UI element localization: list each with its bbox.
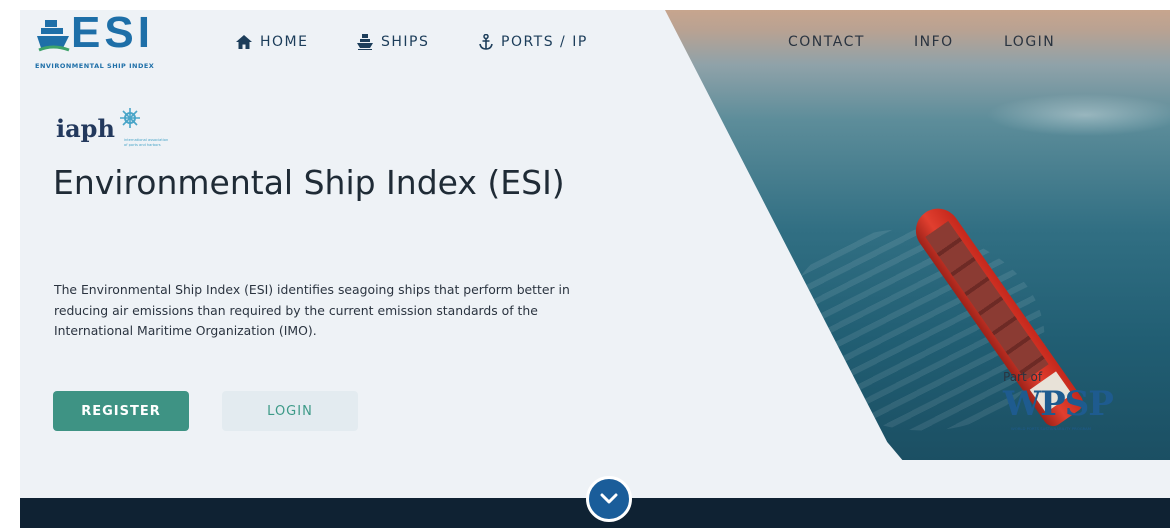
wpsp-tagline: WORLD PORTS SUSTAINABILITY PROGRAM (1011, 426, 1092, 431)
nav-home-label: HOME (260, 34, 309, 50)
wpsp-wordmark: WPSP (1003, 384, 1114, 424)
nav-info[interactable]: INFO (914, 34, 954, 50)
logo-wordmark: ESI (71, 8, 154, 57)
ship-logo-icon (37, 20, 70, 52)
iaph-logo: iaph international association of ports … (56, 108, 186, 158)
nav-ships-label: SHIPS (381, 34, 430, 50)
iaph-tagline: international association of ports and h… (124, 138, 169, 147)
anchor-icon (479, 34, 493, 50)
esi-logo[interactable]: ESI ENVIRONMENTAL SHIP INDEX (35, 8, 185, 76)
nav-ports-label: PORTS / IP (501, 34, 588, 50)
hero-section (20, 10, 1170, 498)
register-button[interactable]: REGISTER (53, 391, 189, 431)
nav-home[interactable]: HOME (236, 34, 308, 50)
chevron-down-icon (600, 490, 618, 509)
wpsp-logo: Part of WPSP WORLD PORTS SUSTAINABILITY … (1003, 368, 1143, 438)
logo-tagline: ENVIRONMENTAL SHIP INDEX (35, 62, 155, 70)
ship-icon (357, 34, 373, 50)
hero-description: The Environmental Ship Index (ESI) ident… (54, 282, 570, 338)
page-title: Environmental Ship Index (ESI) (53, 163, 565, 202)
home-icon (236, 35, 252, 49)
nav-ports[interactable]: PORTS / IP (479, 34, 588, 50)
nav-ships[interactable]: SHIPS (357, 34, 429, 50)
iaph-wordmark: iaph (56, 114, 115, 143)
ship-wheel-icon (120, 108, 140, 128)
part-of-label: Part of (1003, 370, 1043, 384)
nav-contact[interactable]: CONTACT (788, 34, 865, 50)
nav-login[interactable]: LOGIN (1004, 34, 1055, 50)
login-button[interactable]: LOGIN (222, 391, 358, 431)
scroll-down-button[interactable] (586, 476, 632, 522)
